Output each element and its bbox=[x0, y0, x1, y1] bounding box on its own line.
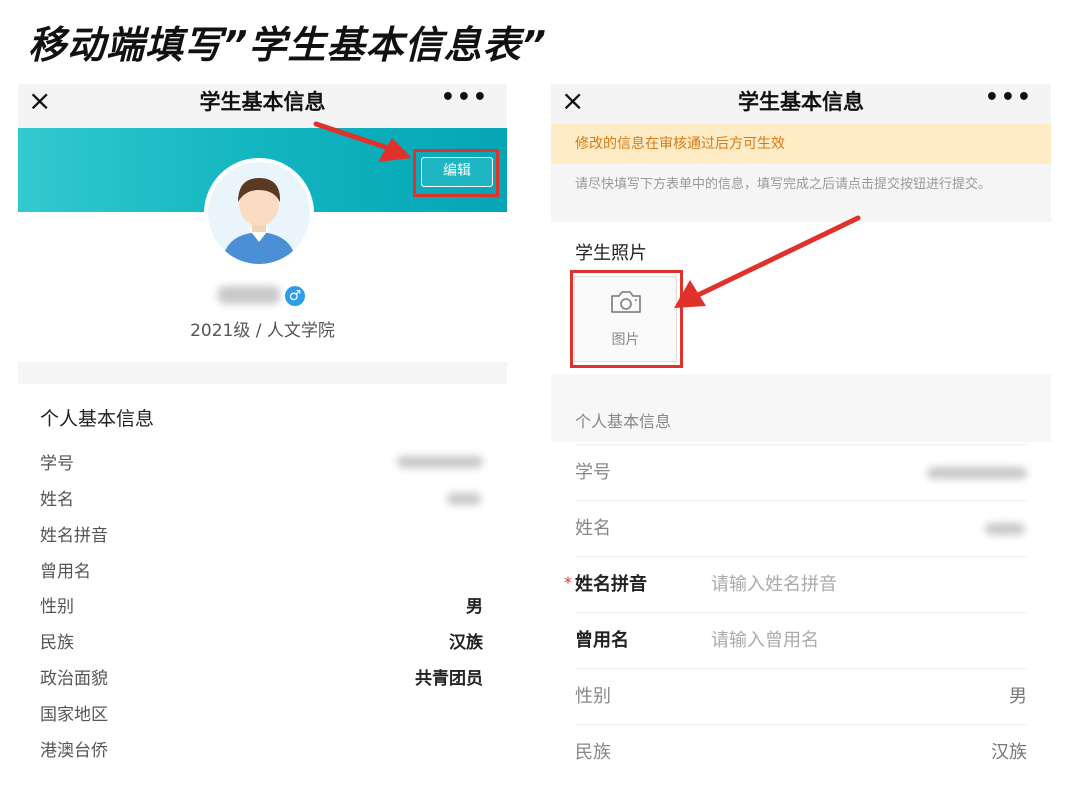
field-row-student-id: 学号 bbox=[40, 449, 483, 479]
field-label: 曾用名 bbox=[575, 630, 629, 651]
student-name-redacted bbox=[218, 286, 280, 304]
field-row-gender[interactable]: 性别 男 bbox=[575, 668, 1027, 725]
field-label: 港澳台侨 bbox=[40, 741, 108, 761]
close-icon[interactable]: × bbox=[28, 84, 51, 118]
student-grade-college: 2021级 / 人文学院 bbox=[190, 321, 335, 341]
field-row-former-name[interactable]: 曾用名 请输入曾用名 bbox=[575, 612, 1027, 669]
field-label: 学号 bbox=[40, 454, 74, 474]
field-row-name: 姓名 bbox=[40, 485, 483, 515]
field-row-student-id: 学号 bbox=[575, 444, 1027, 501]
field-value: 汉族 bbox=[991, 742, 1027, 763]
field-label: 姓名拼音 bbox=[575, 574, 647, 595]
field-row-political-status: 政治面貌 共青团员 bbox=[40, 664, 483, 694]
field-row-hk-macao-taiwan: 港澳台侨 bbox=[40, 736, 483, 766]
avatar bbox=[208, 162, 310, 264]
nav-title: 学生基本信息 bbox=[738, 90, 864, 114]
camera-icon bbox=[611, 291, 641, 313]
section-divider bbox=[18, 362, 507, 384]
name-redacted bbox=[985, 523, 1025, 535]
photo-label: 学生照片 bbox=[575, 243, 647, 264]
review-notice: 修改的信息在审核通过后方可生效 bbox=[551, 124, 1051, 164]
more-icon[interactable]: ••• bbox=[441, 84, 489, 112]
section-title: 个人基本信息 bbox=[575, 412, 672, 431]
field-row-pinyin[interactable]: * 姓名拼音 请输入姓名拼音 bbox=[564, 556, 1027, 613]
photo-upload-label: 图片 bbox=[611, 332, 640, 348]
field-label: 民族 bbox=[40, 633, 74, 653]
more-icon[interactable]: ••• bbox=[985, 84, 1033, 112]
field-value: 男 bbox=[1009, 686, 1027, 707]
field-label: 学号 bbox=[575, 462, 611, 483]
field-label: 民族 bbox=[575, 742, 611, 763]
field-row-ethnicity: 民族 汉族 bbox=[40, 628, 483, 658]
field-row-pinyin: 姓名拼音 bbox=[40, 521, 483, 551]
field-label: 姓名拼音 bbox=[40, 526, 108, 546]
field-row-gender: 性别 男 bbox=[40, 592, 483, 622]
profile-edit-screen: × 学生基本信息 ••• 修改的信息在审核通过后方可生效 请尽快填写下方表单中的… bbox=[551, 84, 1051, 786]
name-redacted bbox=[447, 493, 481, 505]
field-row-name: 姓名 bbox=[575, 500, 1027, 557]
edit-button[interactable]: 编辑 bbox=[421, 157, 493, 187]
field-value: 汉族 bbox=[449, 633, 483, 653]
pinyin-input[interactable]: 请输入姓名拼音 bbox=[711, 557, 837, 613]
field-label: 姓名 bbox=[575, 518, 611, 539]
field-value: 共青团员 bbox=[415, 669, 483, 689]
field-row-country-region: 国家地区 bbox=[40, 700, 483, 730]
field-row-ethnicity[interactable]: 民族 汉族 bbox=[575, 724, 1027, 781]
page-heading: 移动端填写”学生基本信息表” bbox=[28, 23, 547, 67]
close-icon[interactable]: × bbox=[561, 84, 584, 118]
student-id-redacted bbox=[397, 456, 483, 468]
photo-upload-button[interactable]: 图片 bbox=[574, 276, 677, 362]
field-value: 男 bbox=[466, 597, 483, 617]
field-label: 曾用名 bbox=[40, 562, 91, 582]
student-id-redacted bbox=[927, 467, 1027, 479]
field-label: 国家地区 bbox=[40, 705, 108, 725]
section-title: 个人基本信息 bbox=[40, 408, 155, 430]
nav-title: 学生基本信息 bbox=[199, 90, 326, 114]
male-icon: ♂ bbox=[285, 286, 305, 306]
form-instructions: 请尽快填写下方表单中的信息，填写完成之后请点击提交按钮进行提交。 bbox=[551, 164, 1051, 222]
former-name-input[interactable]: 请输入曾用名 bbox=[711, 613, 819, 669]
field-label: 性别 bbox=[575, 686, 611, 707]
field-label: 姓名 bbox=[40, 490, 74, 510]
field-label: 政治面貌 bbox=[40, 669, 108, 689]
field-label: 性别 bbox=[40, 597, 74, 617]
nav-bar: × 学生基本信息 ••• bbox=[18, 84, 507, 128]
nav-bar: × 学生基本信息 ••• bbox=[551, 84, 1051, 128]
field-row-former-name: 曾用名 bbox=[40, 557, 483, 587]
profile-view-screen: × 学生基本信息 ••• 编辑 ♂ 2021级 / 人文学院 个人基本信息 学号… bbox=[18, 84, 507, 786]
required-mark: * bbox=[564, 573, 572, 592]
